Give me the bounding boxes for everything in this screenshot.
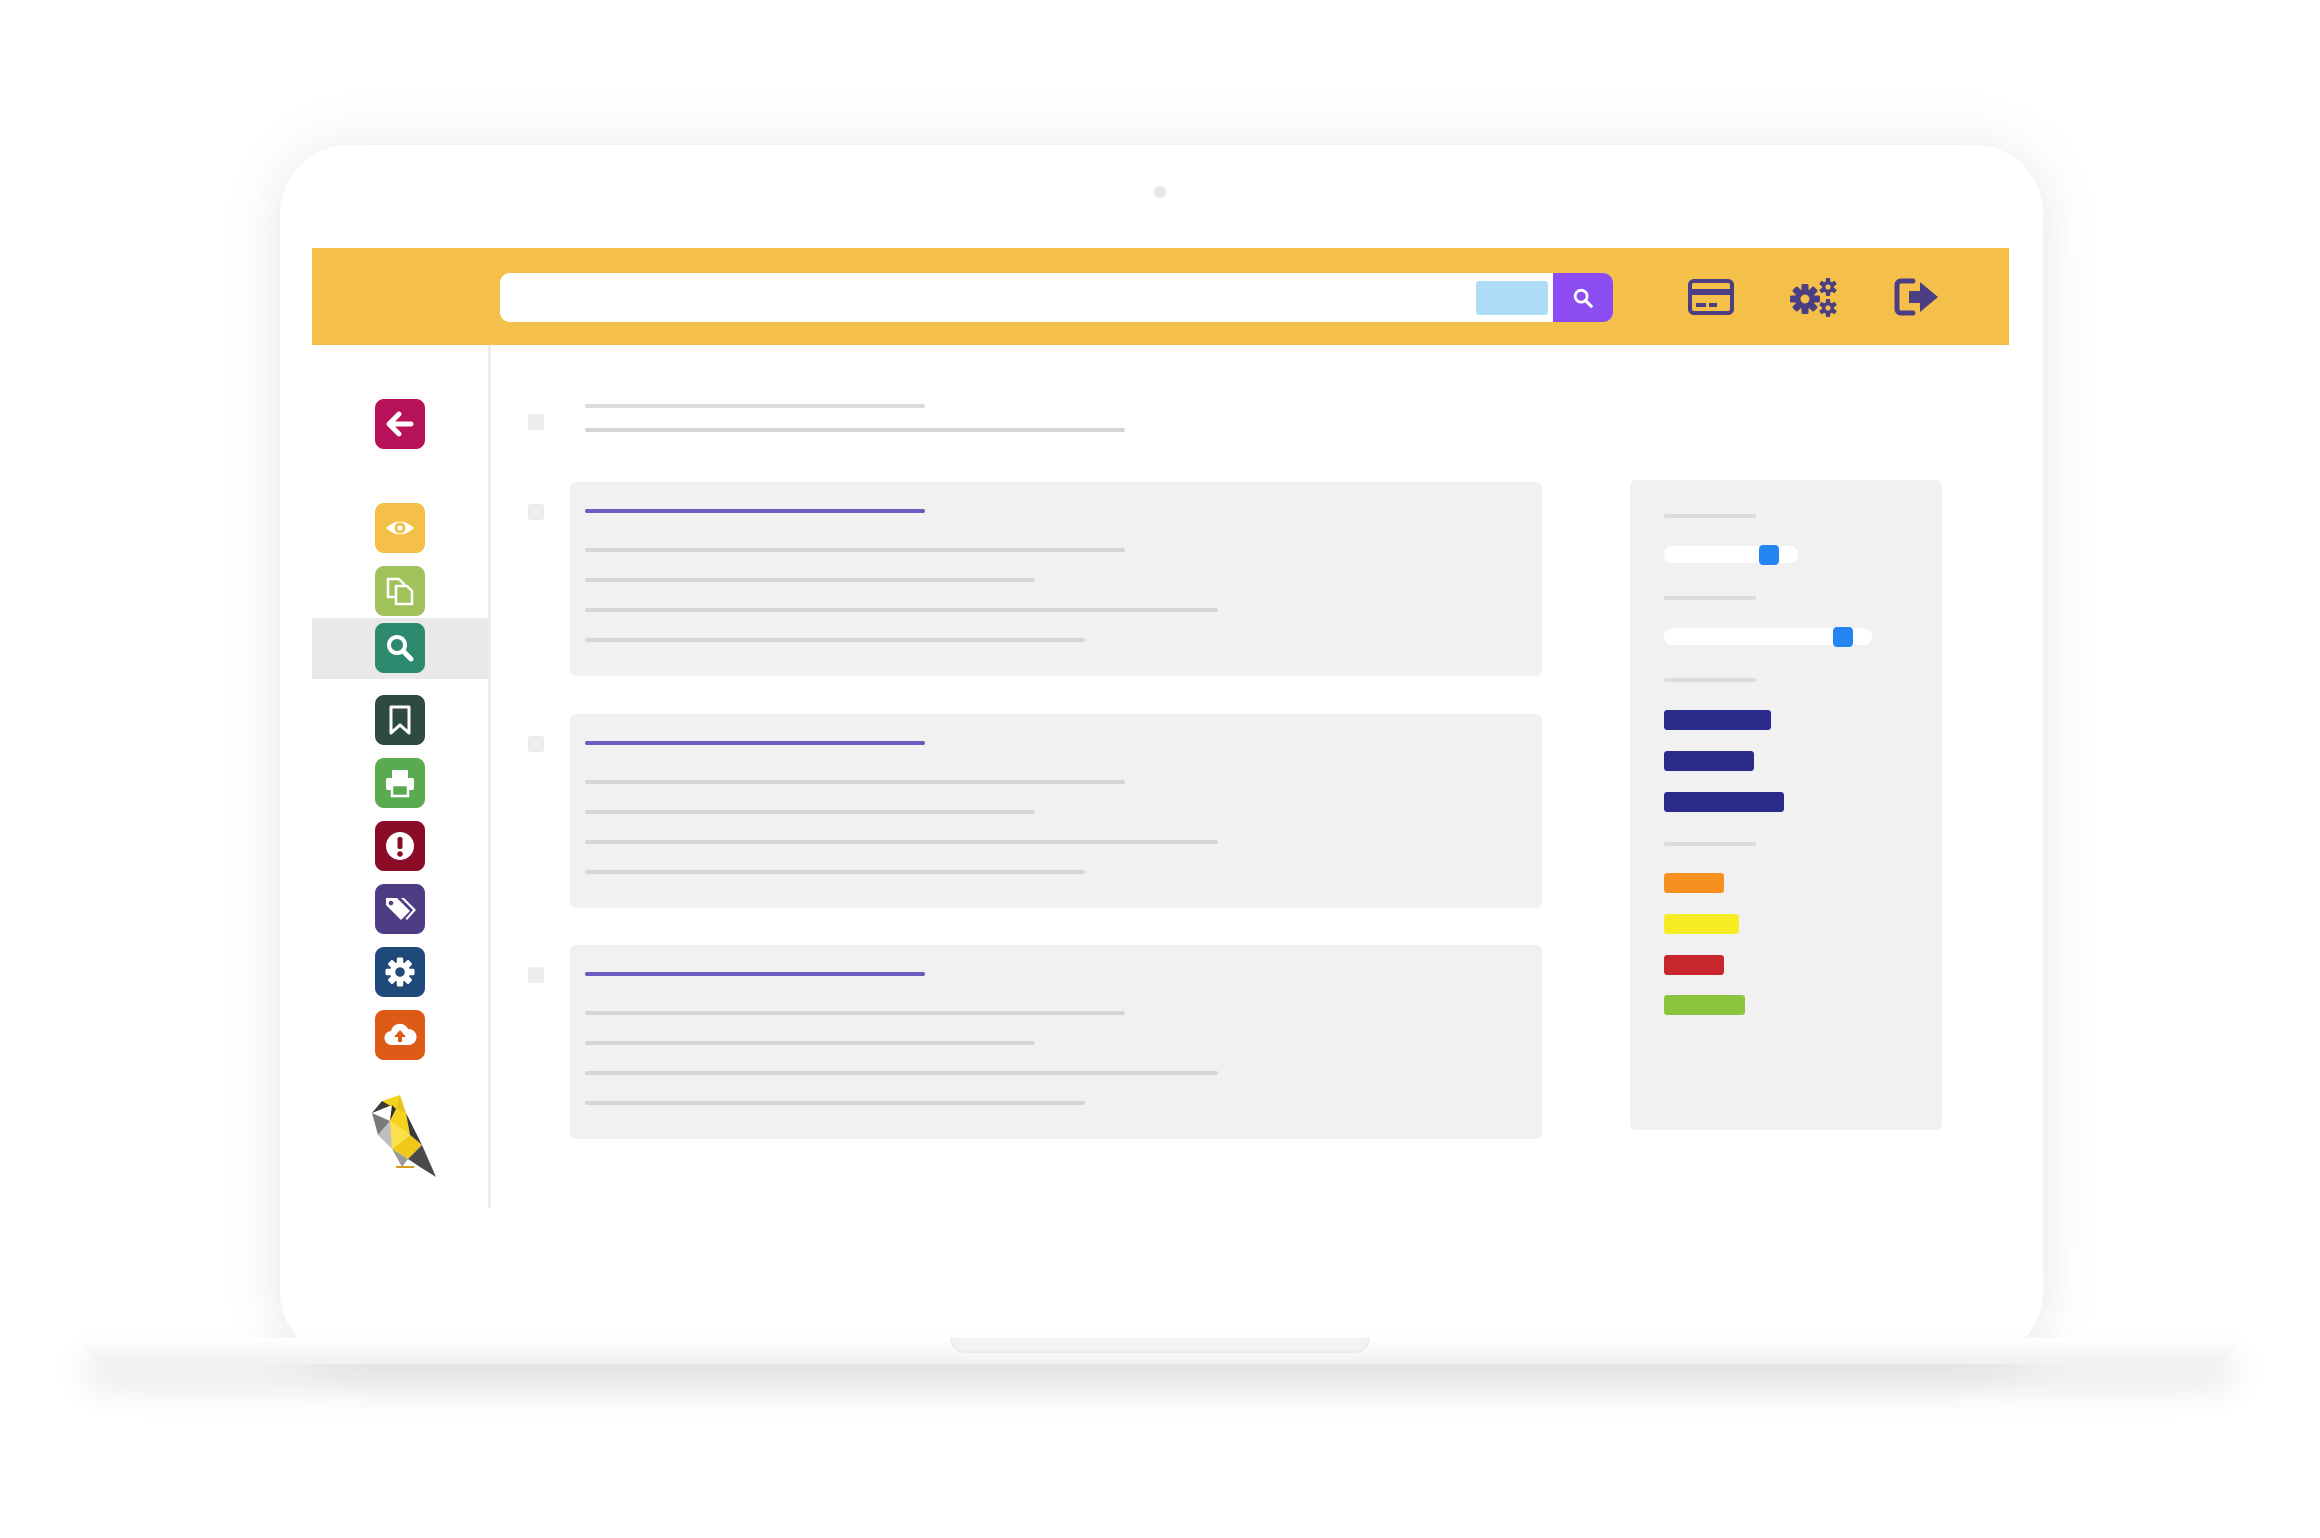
result-text-line [585,870,1085,874]
result-checkbox[interactable] [528,504,544,520]
billing-button[interactable] [1684,272,1738,322]
result-title-line[interactable] [585,509,925,513]
result-text-line [585,780,1125,784]
result-summary-line [585,428,1125,432]
laptop-notch [950,1338,1370,1353]
sidebar-item-upload[interactable] [375,1010,425,1060]
laptop-camera [1154,186,1166,198]
result-text-line [585,1041,1035,1045]
result-checkbox[interactable] [528,736,544,752]
sidebar-item-print[interactable] [375,758,425,808]
facet-heading-line [1664,514,1756,518]
search-button[interactable] [1553,273,1613,322]
sidebar-item-search[interactable] [375,623,425,673]
range-slider-fill[interactable] [1833,627,1853,647]
range-slider[interactable] [1664,627,1872,647]
search-input[interactable] [500,273,1613,322]
result-text-line [585,548,1125,552]
facet-color-bar[interactable] [1664,955,1724,975]
credit-card-icon [1688,279,1734,315]
top-bar [312,248,2009,345]
tags-icon [386,898,416,920]
alert-icon [386,832,414,860]
sidebar-item-bookmarks[interactable] [375,695,425,745]
result-text-line [585,1011,1125,1015]
result-text-line [585,1101,1085,1105]
logout-button[interactable] [1890,272,1944,322]
gear-icon [385,957,415,987]
bookmark-icon [389,705,411,735]
result-card[interactable] [570,482,1542,676]
result-card[interactable] [570,945,1542,1139]
facet-option-bar[interactable] [1664,792,1784,812]
eye-icon [386,521,414,535]
result-title-line[interactable] [585,741,925,745]
sidebar-item-settings[interactable] [375,947,425,997]
result-text-line [585,578,1035,582]
arrow-left-icon [386,411,414,437]
sign-out-icon [1894,278,1938,316]
sidebar-item-alerts[interactable] [375,821,425,871]
select-all-checkbox[interactable] [528,414,544,430]
facet-panel [1630,480,1942,1130]
search-icon [1573,288,1593,308]
range-slider[interactable] [1664,545,1798,565]
result-summary-line [585,404,925,408]
result-checkbox[interactable] [528,967,544,983]
facet-heading-line [1664,596,1756,600]
facet-option-bar[interactable] [1664,751,1754,771]
result-text-line [585,840,1218,844]
result-title-line[interactable] [585,972,925,976]
facet-option-bar[interactable] [1664,710,1771,730]
settings-button[interactable] [1787,272,1841,322]
sidebar-item-tags[interactable] [375,884,425,934]
result-text-line [585,1071,1218,1075]
search-icon [387,635,414,662]
sidebar-item-view[interactable] [375,503,425,553]
finch-bird-logo [362,1091,442,1181]
facet-heading-line [1664,842,1756,846]
result-card[interactable] [570,714,1542,908]
cloud-upload-icon [384,1023,417,1046]
facet-color-bar[interactable] [1664,873,1724,893]
result-text-line [585,638,1085,642]
range-slider-fill[interactable] [1759,545,1779,565]
cogs-icon [1790,278,1837,317]
facet-color-bar[interactable] [1664,914,1739,934]
copy-files-icon [386,577,414,606]
facet-color-bar[interactable] [1664,995,1745,1015]
sidebar-divider [488,345,491,1208]
result-text-line [585,810,1035,814]
result-text-line [585,608,1218,612]
print-icon [386,770,414,798]
facet-heading-line [1664,678,1756,682]
sidebar-item-back[interactable] [375,399,425,449]
laptop-screen [312,248,2009,1208]
search-filter-chip[interactable] [1476,281,1548,315]
sidebar-item-copy[interactable] [375,566,425,616]
